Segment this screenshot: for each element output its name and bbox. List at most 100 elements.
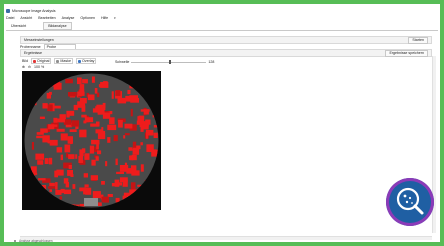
menu-edit[interactable]: Bearbeiten xyxy=(38,16,55,20)
particle xyxy=(31,142,34,150)
zoom-in-icon[interactable]: ⊕ xyxy=(22,65,25,69)
menu-file[interactable]: Datei xyxy=(6,16,14,20)
menu-view[interactable]: Ansicht xyxy=(20,16,32,20)
particle xyxy=(57,118,65,123)
particle xyxy=(44,158,49,164)
particle xyxy=(153,132,158,138)
particle xyxy=(69,129,77,132)
particle xyxy=(73,104,78,111)
zoom-level: 100 % xyxy=(34,65,45,69)
particle xyxy=(77,77,82,85)
particle xyxy=(130,108,133,117)
layer-overlay-chip[interactable]: Overlay xyxy=(75,58,97,64)
app-icon xyxy=(6,9,10,13)
particle xyxy=(60,188,65,194)
particle xyxy=(71,204,75,208)
particle xyxy=(43,78,49,82)
particle xyxy=(46,92,51,99)
particle xyxy=(70,174,74,177)
zoom-toolbar: ⊕ ⊖ 100 % xyxy=(22,64,44,70)
particle xyxy=(136,120,144,125)
particle xyxy=(134,203,140,208)
particle xyxy=(36,195,43,200)
particle xyxy=(101,127,104,133)
particle xyxy=(124,133,130,136)
particle xyxy=(37,160,44,165)
section-title-results: Ergebnisse xyxy=(24,51,42,55)
start-button[interactable]: Starten xyxy=(408,36,428,44)
particle xyxy=(107,137,111,143)
particle xyxy=(155,115,158,119)
particle xyxy=(47,141,55,144)
particle xyxy=(125,201,131,208)
particle xyxy=(55,189,62,195)
particle xyxy=(152,101,159,107)
particle xyxy=(75,154,78,159)
particle xyxy=(87,94,95,101)
tab-overview[interactable]: Übersicht xyxy=(6,22,31,30)
particle xyxy=(128,147,133,151)
particle xyxy=(77,101,85,108)
particle xyxy=(64,144,71,153)
particle xyxy=(49,182,55,187)
particle xyxy=(38,178,46,181)
particle xyxy=(35,153,45,160)
layer-mask-chip[interactable]: Maske xyxy=(54,58,73,64)
threshold-slider[interactable]: Schwelle 128 xyxy=(115,59,215,65)
particle xyxy=(137,184,142,187)
particle xyxy=(27,188,32,192)
particle xyxy=(72,184,76,189)
particle xyxy=(107,194,113,197)
particle xyxy=(67,205,73,208)
particle xyxy=(32,78,38,82)
particle xyxy=(154,78,159,83)
layer-mask-label: Maske xyxy=(60,59,71,63)
particle xyxy=(85,187,92,195)
particle xyxy=(140,88,147,92)
magnifier-badge-icon[interactable] xyxy=(386,178,434,226)
particle xyxy=(140,142,143,146)
particle xyxy=(84,184,89,188)
particle xyxy=(107,124,117,131)
zoom-out-icon[interactable]: ⊖ xyxy=(28,65,31,69)
particle xyxy=(83,173,88,178)
particle xyxy=(79,84,85,91)
tab-bar: Übersicht Bildanalyse xyxy=(6,22,438,31)
particle xyxy=(105,161,108,167)
overlay-color-icon xyxy=(77,59,81,63)
particle xyxy=(111,91,114,99)
status-bar: Analyse abgeschlossen xyxy=(14,238,53,243)
particle xyxy=(39,116,45,119)
scale-marker xyxy=(84,198,98,206)
particle xyxy=(96,121,100,127)
particle xyxy=(122,179,128,187)
particle xyxy=(141,190,151,195)
particle xyxy=(78,156,84,163)
original-color-icon xyxy=(33,59,36,63)
particle xyxy=(114,179,120,187)
particle xyxy=(117,97,127,104)
particle xyxy=(35,201,40,208)
menu-analysis[interactable]: Analyse xyxy=(62,16,75,20)
menu-help[interactable]: Hilfe xyxy=(101,16,108,20)
slider-track[interactable] xyxy=(131,60,207,64)
export-button[interactable]: Ergebnisse speichern xyxy=(385,49,428,57)
particle xyxy=(64,189,72,195)
particle xyxy=(127,89,131,95)
particle xyxy=(29,201,38,208)
particle xyxy=(68,165,72,170)
particle xyxy=(89,145,95,154)
slider-thumb[interactable] xyxy=(168,60,171,64)
particle xyxy=(81,114,87,118)
particle xyxy=(71,120,80,127)
tab-image-analysis[interactable]: Bildanalyse xyxy=(43,22,72,30)
particle xyxy=(115,158,118,166)
chevron-down-icon[interactable]: ▾ xyxy=(114,16,116,20)
menu-options[interactable]: Optionen xyxy=(80,16,95,20)
particle xyxy=(49,189,52,192)
particle xyxy=(39,82,48,88)
particle xyxy=(118,120,123,128)
particle xyxy=(65,78,73,84)
particle xyxy=(96,142,99,150)
horizontal-scrollbar[interactable] xyxy=(20,236,432,240)
